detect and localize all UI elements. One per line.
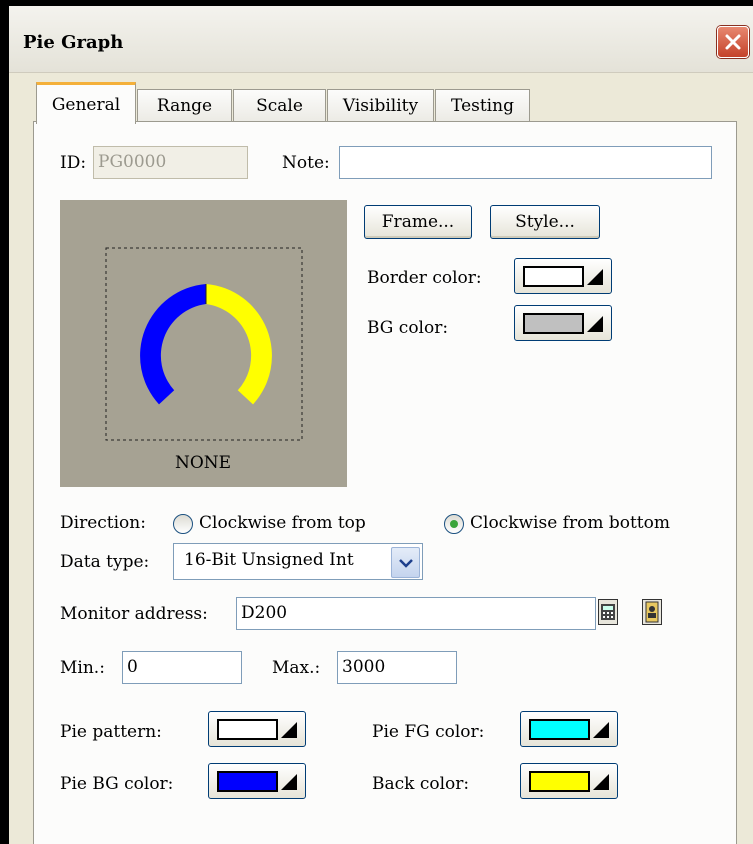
pie-bg-color-label: Pie BG color: — [60, 774, 174, 794]
bg-color-label: BG color: — [367, 318, 449, 338]
id-label: ID: — [60, 153, 87, 173]
preview-caption: NONE — [175, 453, 231, 473]
bg-color-button[interactable] — [514, 305, 612, 341]
dropdown-arrow-icon — [593, 722, 609, 738]
pie-fg-color-button[interactable] — [520, 711, 618, 747]
monitor-address-label: Monitor address: — [60, 604, 208, 624]
max-field[interactable]: 3000 — [337, 651, 457, 684]
max-label: Max.: — [272, 658, 321, 678]
radio-clockwise-from-bottom-label[interactable]: Clockwise from bottom — [470, 513, 670, 533]
bg-color-swatch — [523, 313, 584, 334]
pie-graph-preview-canvas: NONE — [105, 247, 303, 473]
dropdown-arrow-icon — [281, 722, 297, 738]
monitor-address-field[interactable]: D200 — [236, 597, 596, 630]
tab-range[interactable]: Range — [137, 89, 232, 121]
radio-clockwise-from-top-label[interactable]: Clockwise from top — [199, 513, 366, 533]
min-label: Min.: — [60, 658, 105, 678]
back-color-button[interactable] — [520, 763, 618, 799]
title-bar[interactable]: Pie Graph — [9, 6, 753, 73]
calculator-icon — [601, 604, 615, 620]
dropdown-arrow-icon — [587, 316, 603, 332]
pie-bg-arc — [140, 284, 206, 405]
pie-bg-color-button[interactable] — [208, 763, 306, 799]
dropdown-arrow-icon — [593, 774, 609, 790]
pie-fg-color-label: Pie FG color: — [372, 722, 485, 742]
address-book-icon — [645, 601, 659, 623]
radio-selected-dot — [450, 520, 458, 528]
pie-bg-color-swatch — [217, 771, 278, 792]
border-color-button[interactable] — [514, 258, 612, 294]
address-book-button[interactable] — [642, 599, 662, 625]
tab-visibility[interactable]: Visibility — [327, 89, 434, 121]
data-type-value: 16-Bit Unsigned Int — [184, 550, 354, 570]
chevron-down-icon — [398, 558, 413, 568]
pie-fg-color-swatch — [529, 719, 590, 740]
dropdown-arrow-icon — [587, 269, 603, 285]
data-type-select[interactable]: 16-Bit Unsigned Int — [173, 543, 423, 580]
frame-button[interactable]: Frame... — [364, 205, 472, 239]
pie-graph-preview: NONE — [60, 200, 347, 487]
min-field[interactable]: 0 — [122, 651, 242, 684]
calculator-button[interactable] — [598, 599, 618, 625]
radio-clockwise-from-bottom[interactable] — [444, 514, 464, 534]
pie-pattern-button[interactable] — [208, 711, 306, 747]
note-field[interactable] — [339, 146, 712, 179]
tab-general[interactable]: General — [36, 82, 136, 124]
back-color-swatch — [529, 771, 590, 792]
back-color-label: Back color: — [372, 774, 470, 794]
note-label: Note: — [282, 153, 330, 173]
pie-pattern-label: Pie pattern: — [60, 722, 162, 742]
close-button[interactable] — [717, 26, 749, 58]
radio-clockwise-from-top[interactable] — [173, 514, 193, 534]
style-button[interactable]: Style... — [490, 205, 600, 239]
data-type-label: Data type: — [60, 552, 150, 572]
close-icon — [725, 34, 741, 50]
dropdown-arrow-icon — [281, 774, 297, 790]
tab-testing[interactable]: Testing — [435, 89, 530, 121]
window-title: Pie Graph — [23, 32, 124, 53]
border-color-swatch — [523, 266, 584, 287]
preview-selection-frame — [105, 247, 303, 441]
direction-label: Direction: — [60, 513, 146, 533]
id-field: PG0000 — [93, 146, 248, 179]
tab-scale[interactable]: Scale — [233, 89, 326, 121]
pie-pattern-swatch — [217, 719, 278, 740]
pie-back-arc — [206, 284, 272, 405]
data-type-dropdown-button[interactable] — [391, 547, 420, 578]
border-color-label: Border color: — [367, 268, 482, 288]
